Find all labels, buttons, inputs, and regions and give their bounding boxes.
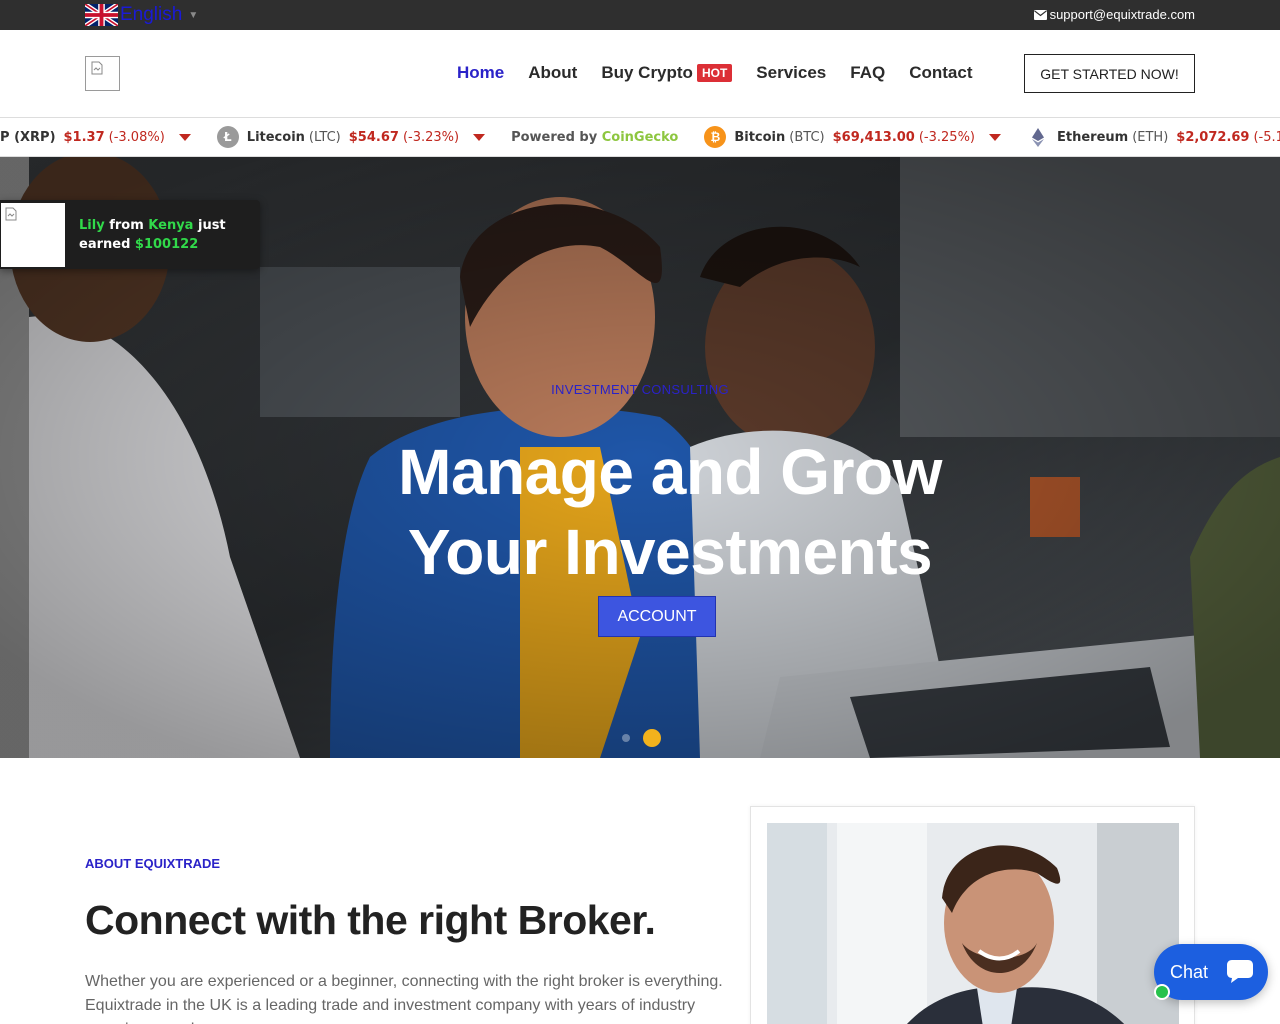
nav-services[interactable]: Services bbox=[756, 63, 826, 83]
notification-text: Lily from Kenya just earned $100122 bbox=[79, 216, 249, 254]
ticker-change: (-3.08%) bbox=[108, 129, 165, 145]
crypto-ticker: RP (XRP) $1.37 (-3.08%) Ł Litecoin (LTC)… bbox=[0, 117, 1280, 157]
about-kicker: ABOUT EQUIXTRADE bbox=[85, 856, 221, 871]
ticker-symbol: RP (XRP) bbox=[0, 129, 56, 145]
ticker-track: RP (XRP) $1.37 (-3.08%) Ł Litecoin (LTC)… bbox=[0, 118, 1280, 156]
hot-badge: HOT bbox=[696, 64, 733, 82]
notification-name: Lily bbox=[79, 218, 105, 233]
hero-title: Manage and Grow Your Investments bbox=[0, 432, 1280, 592]
notification-avatar bbox=[1, 203, 65, 267]
ticker-price: $69,413.00 bbox=[832, 129, 915, 145]
broken-image-icon bbox=[5, 207, 17, 221]
litecoin-icon: Ł bbox=[216, 126, 239, 148]
ticker-price: $1.37 bbox=[63, 129, 105, 145]
earnings-notification[interactable]: Lily from Kenya just earned $100122 bbox=[0, 200, 260, 269]
chat-widget-button[interactable]: Chat bbox=[1154, 944, 1268, 1000]
main-nav: Home About Buy Crypto HOT Services FAQ C… bbox=[457, 63, 996, 83]
about-title: Connect with the right Broker. bbox=[85, 897, 656, 943]
broken-image-icon bbox=[91, 61, 103, 75]
nav-buy-crypto-label[interactable]: Buy Crypto bbox=[601, 63, 693, 83]
support-email[interactable]: support@equixtrade.com bbox=[1050, 7, 1195, 22]
caret-down-icon[interactable]: ▼ bbox=[188, 10, 198, 21]
notification-from: from bbox=[109, 218, 144, 233]
bitcoin-icon: ₿ bbox=[704, 126, 727, 148]
ticker-price: $54.67 bbox=[348, 129, 399, 145]
about-image-card bbox=[750, 806, 1195, 1024]
chat-label[interactable]: Chat bbox=[1170, 962, 1208, 983]
top-bar: English ▼ support@equixtrade.com bbox=[0, 0, 1280, 30]
site-header: Home About Buy Crypto HOT Services FAQ C… bbox=[0, 30, 1280, 117]
ticker-name: Ethereum bbox=[1057, 129, 1129, 145]
ticker-item-xrp[interactable]: RP (XRP) $1.37 (-3.08%) bbox=[0, 130, 191, 145]
envelope-icon bbox=[1033, 9, 1047, 20]
hero-title-line1: Manage and Grow bbox=[398, 436, 942, 508]
ticker-symbol: (ETH) bbox=[1132, 129, 1169, 145]
ticker-name: Litecoin bbox=[246, 129, 305, 145]
down-arrow-icon bbox=[473, 133, 486, 141]
ticker-symbol: (BTC) bbox=[789, 129, 825, 145]
ticker-name: Bitcoin bbox=[734, 129, 786, 145]
coingecko-link[interactable]: CoinGecko bbox=[602, 130, 679, 145]
get-started-button[interactable]: GET STARTED NOW! bbox=[1024, 54, 1195, 93]
language-selector[interactable]: English ▼ bbox=[85, 3, 198, 27]
powered-prefix: Powered by bbox=[511, 129, 598, 145]
nav-home[interactable]: Home bbox=[457, 63, 504, 83]
about-text: Whether you are experienced or a beginne… bbox=[85, 973, 723, 1024]
down-arrow-icon bbox=[989, 133, 1001, 141]
broker-photo bbox=[767, 823, 1179, 1024]
slider-dot-1[interactable] bbox=[622, 734, 630, 742]
ethereum-icon bbox=[1032, 128, 1044, 147]
support-email-link[interactable]: support@equixtrade.com bbox=[1033, 7, 1195, 22]
uk-flag-icon bbox=[85, 4, 118, 26]
site-logo[interactable] bbox=[85, 56, 120, 91]
hero-title-line2: Your Investments bbox=[407, 516, 933, 588]
hero-tagline: INVESTMENT CONSULTING bbox=[551, 382, 729, 397]
ticker-change: (-3.25%) bbox=[918, 129, 975, 145]
ticker-change: (-3.23%) bbox=[402, 129, 460, 145]
online-status-indicator bbox=[1154, 984, 1170, 1000]
notification-amount: $100122 bbox=[134, 237, 199, 252]
ticker-item-litecoin[interactable]: Ł Litecoin (LTC) $54.67 (-3.23%) bbox=[216, 126, 486, 148]
chat-bubble-icon bbox=[1227, 960, 1253, 983]
notification-country: Kenya bbox=[148, 218, 194, 233]
ticker-price: $2,072.69 bbox=[1176, 129, 1250, 145]
nav-faq[interactable]: FAQ bbox=[850, 63, 885, 83]
ticker-item-bitcoin[interactable]: ₿ Bitcoin (BTC) $69,413.00 (-3.25%) bbox=[704, 126, 1001, 148]
nav-about[interactable]: About bbox=[528, 63, 577, 83]
language-label[interactable]: English bbox=[120, 4, 182, 26]
nav-buy-crypto[interactable]: Buy Crypto HOT bbox=[601, 63, 733, 83]
ticker-change: (-5.13%) bbox=[1253, 129, 1280, 145]
nav-contact[interactable]: Contact bbox=[909, 63, 972, 83]
slider-dot-2[interactable] bbox=[643, 729, 661, 747]
account-button[interactable]: ACCOUNT bbox=[598, 596, 716, 637]
slider-dots bbox=[622, 729, 674, 747]
down-arrow-icon bbox=[178, 133, 191, 141]
powered-by-coingecko[interactable]: Powered by CoinGecko bbox=[511, 130, 678, 145]
ticker-item-ethereum[interactable]: Ethereum (ETH) $2,072.69 (-5.13%) bbox=[1027, 126, 1280, 148]
ticker-symbol: (LTC) bbox=[308, 129, 341, 145]
